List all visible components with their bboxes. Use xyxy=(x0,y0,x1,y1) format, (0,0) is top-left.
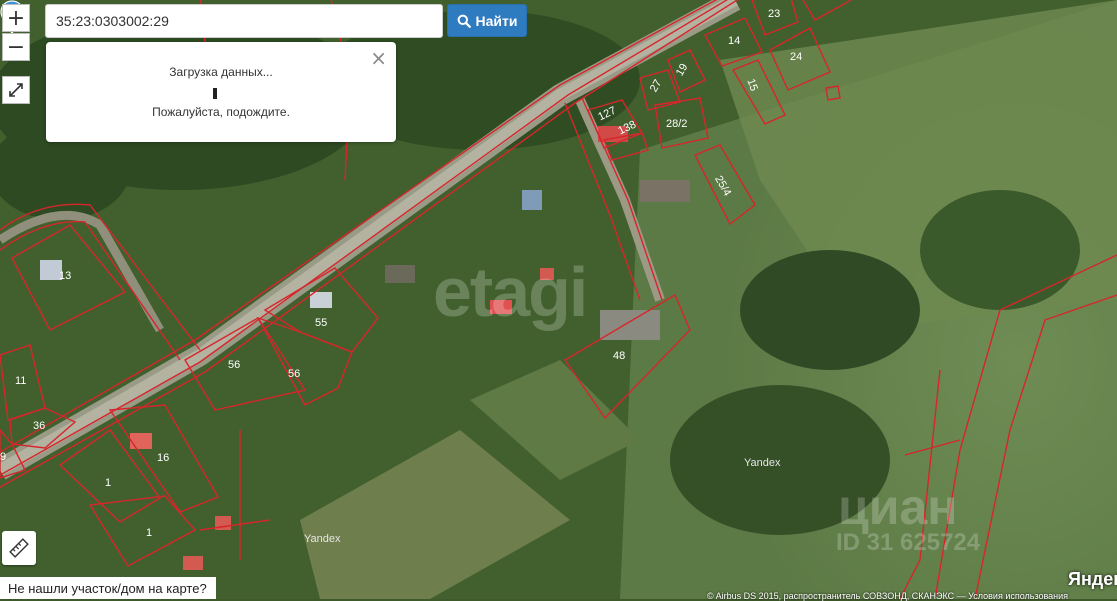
search-icon xyxy=(457,14,471,28)
parcel-label: 1 xyxy=(146,527,153,539)
parcel-label: 56 xyxy=(288,368,301,380)
cadastral-search-input[interactable] xyxy=(45,4,443,38)
yandex-logo[interactable]: Яндекс xyxy=(1068,569,1117,590)
parcel-label: 16 xyxy=(157,452,170,464)
map-provider-label: Yandex xyxy=(744,457,781,469)
parcel-label: 55 xyxy=(315,317,328,329)
listing-id-watermark: ID 31 625724 xyxy=(836,529,981,556)
fullscreen-button[interactable] xyxy=(2,76,30,104)
loading-message: Пожалуйста, подождите. xyxy=(152,105,290,119)
map-provider-label: Yandex xyxy=(304,533,341,545)
ruler-icon xyxy=(9,538,29,558)
parcel-label: 48 xyxy=(613,350,626,362)
etagi-watermark: etagi xyxy=(433,253,588,331)
search-button[interactable]: Найти xyxy=(447,4,527,37)
cian-watermark: циан xyxy=(838,479,958,535)
parcel-label: 9 xyxy=(0,451,7,463)
search-button-label: Найти xyxy=(475,12,518,29)
parcel-label: 13 xyxy=(59,270,72,282)
loading-panel: × Загрузка данных... Пожалуйста, подожди… xyxy=(46,42,396,142)
parcel-label: 14 xyxy=(728,35,741,47)
ruler-button[interactable] xyxy=(2,531,36,565)
parcel-label: 36 xyxy=(33,420,46,432)
zoom-in-button[interactable]: + xyxy=(2,4,30,32)
parcel-label: 28/2 xyxy=(666,118,688,130)
parcel-label: 23 xyxy=(768,8,781,20)
loading-spinner xyxy=(213,88,217,99)
loading-title: Загрузка данных... xyxy=(169,65,273,79)
parcel-label: 11 xyxy=(15,375,27,387)
parcel-label: 24 xyxy=(790,51,803,63)
expand-icon xyxy=(9,83,23,97)
parcel-label: 1 xyxy=(105,477,112,489)
zoom-out-button[interactable]: − xyxy=(2,33,30,61)
not-found-link[interactable]: Не нашли участок/дом на карте? xyxy=(0,577,216,599)
parcel-label: 56 xyxy=(228,359,241,371)
map-copyright[interactable]: © Airbus DS 2015, распространитель СОВЗО… xyxy=(707,591,1068,601)
